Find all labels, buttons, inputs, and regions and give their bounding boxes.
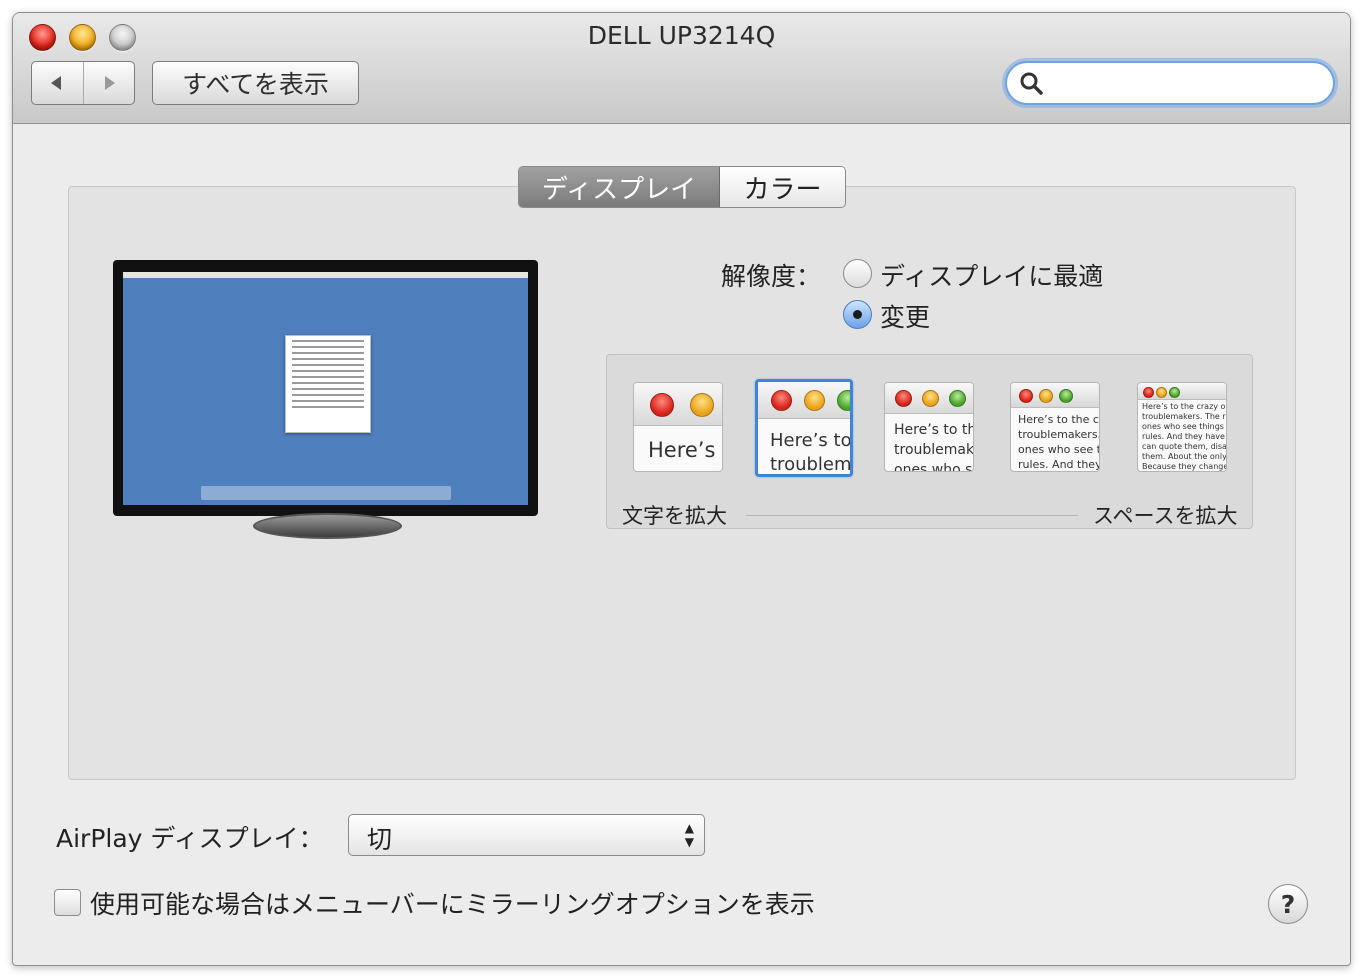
airplay-display-label: AirPlay ディスプレイ： (56, 824, 324, 853)
scaled-label[interactable]: 変更 (880, 298, 930, 334)
scale-option-4[interactable]: Here’s to the cr troublemakers. ones who… (1010, 382, 1100, 472)
show-mirroring-checkbox[interactable] (54, 889, 81, 916)
more-space-label: スペースを拡大 (1093, 504, 1238, 528)
best-for-display-label[interactable]: ディスプレイに最適 (880, 257, 1103, 293)
preview-document (285, 335, 371, 433)
search-field[interactable] (1005, 61, 1335, 105)
scale-track-line (746, 515, 1078, 516)
search-input[interactable] (1051, 69, 1325, 99)
scale-preview-text: Here’s to troublem (770, 430, 852, 475)
monitor-stand (253, 513, 402, 539)
back-button[interactable] (32, 62, 84, 104)
tab-color[interactable]: カラー (720, 167, 845, 207)
scale-preview-text: Here’s (648, 438, 716, 462)
preview-menubar (123, 272, 528, 278)
radio-best-for-display[interactable] (843, 259, 872, 288)
scale-preview-text: Here’s to the cr troublemakers. ones who… (1018, 413, 1100, 471)
preferences-window: DELL UP3214Q すべてを表示 ディスプレイ カラー 解像度： ディスプ… (12, 12, 1351, 966)
larger-text-label: 文字を拡大 (622, 504, 727, 528)
back-forward-control (31, 61, 135, 105)
resolution-label: 解像度： (721, 262, 822, 291)
scale-preview-text: Here’s to th troublemak ones who s (894, 422, 974, 472)
tab-bar: ディスプレイ カラー (518, 166, 846, 208)
monitor-preview-image (113, 260, 538, 516)
scale-option-3[interactable]: Here’s to th troublemak ones who s (884, 382, 974, 472)
title-bar: DELL UP3214Q すべてを表示 (13, 13, 1350, 124)
airplay-display-popup[interactable]: 切 ▲ ▼ (348, 814, 705, 856)
forward-arrow-icon (104, 76, 115, 90)
scale-option-1[interactable]: Here’s (633, 382, 723, 472)
search-icon (1020, 72, 1043, 95)
back-arrow-icon (51, 76, 62, 90)
desktop-preview (123, 272, 528, 505)
radio-scaled[interactable] (843, 300, 872, 329)
show-all-button[interactable]: すべてを表示 (152, 61, 359, 105)
scale-preview-text: Here’s to the crazy ones troublemakers. … (1142, 402, 1227, 471)
show-mirroring-label[interactable]: 使用可能な場合はメニューバーにミラーリングオプションを表示 (90, 885, 815, 921)
forward-button[interactable] (84, 62, 135, 104)
scale-option-5[interactable]: Here’s to the crazy ones troublemakers. … (1137, 382, 1227, 472)
popup-arrows-icon: ▲ ▼ (684, 821, 694, 849)
preview-dock (201, 486, 451, 500)
airplay-display-value: 切 (367, 825, 393, 854)
scale-option-2[interactable]: Here’s to troublem (755, 379, 853, 477)
tab-display[interactable]: ディスプレイ (519, 167, 720, 207)
window-title: DELL UP3214Q (587, 21, 776, 50)
help-button[interactable]: ? (1268, 884, 1308, 924)
